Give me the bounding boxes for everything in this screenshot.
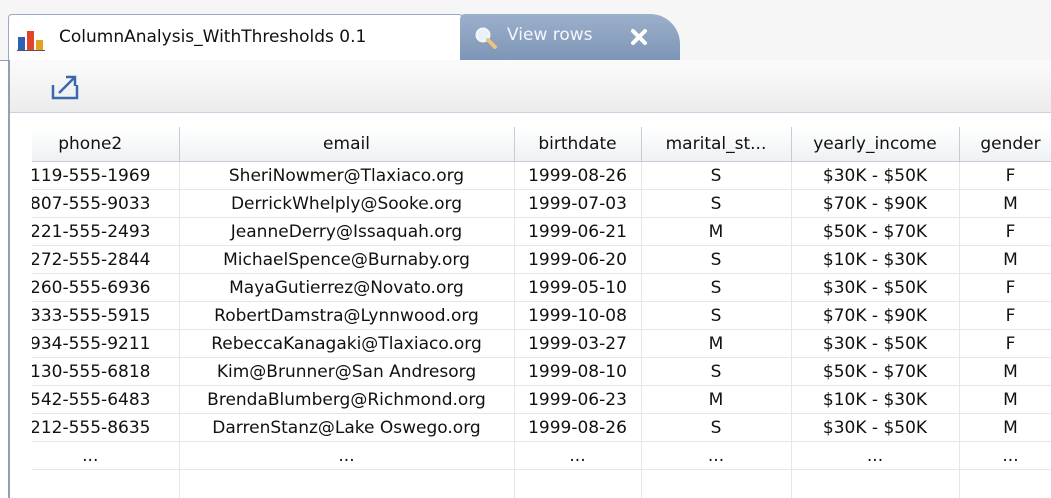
- table-cell: $10K - $30K: [791, 385, 960, 414]
- table-cell: F: [959, 301, 1051, 330]
- table-cell: ...: [32, 441, 180, 470]
- table-cell: 260-555-6936: [32, 273, 180, 302]
- table-cell: ...: [514, 441, 642, 470]
- table-cell: $10K - $30K: [791, 245, 960, 274]
- column-header-gender[interactable]: gender: [959, 127, 1051, 162]
- export-icon[interactable]: [50, 73, 82, 101]
- rows-table: phone2 email birthdate marital_st... yea…: [32, 127, 1051, 498]
- table-cell: 934-555-9211: [32, 329, 180, 358]
- table-cell: M: [641, 385, 792, 414]
- table-cell: 542-555-6483: [32, 385, 180, 414]
- table-cell: BrendaBlumberg@Richmond.org: [179, 385, 515, 414]
- table-cell: F: [959, 161, 1051, 190]
- column-header-marital-status[interactable]: marital_st...: [641, 127, 792, 162]
- tab-view-rows[interactable]: View rows: [460, 14, 680, 60]
- table-cell: 221-555-2493: [32, 217, 180, 246]
- table-cell: MichaelSpence@Burnaby.org: [179, 245, 515, 274]
- table-cell: M: [959, 189, 1051, 218]
- table-cell: SheriNowmer@Tlaxiaco.org: [179, 161, 515, 190]
- table-cell: ...: [641, 441, 792, 470]
- table-cell: 272-555-2844: [32, 245, 180, 274]
- table-cell: S: [641, 413, 792, 442]
- table-cell: M: [641, 217, 792, 246]
- table-cell: 1999-08-26: [514, 413, 642, 442]
- table-cell: M: [959, 385, 1051, 414]
- table-cell: M: [641, 329, 792, 358]
- tab-label: ColumnAnalysis_WithThresholds 0.1: [59, 27, 367, 47]
- table-cell: S: [641, 301, 792, 330]
- table-row[interactable]: 221-555-2493 JeanneDerry@Issaquah.org 19…: [32, 217, 1051, 246]
- table-cell: RobertDamstra@Lynnwood.org: [179, 301, 515, 330]
- table-cell: ...: [959, 441, 1051, 470]
- table-cell: S: [641, 273, 792, 302]
- column-header-email[interactable]: email: [179, 127, 515, 162]
- table-cell: 333-555-5915: [32, 301, 180, 330]
- tab-strip: ColumnAnalysis_WithThresholds 0.1 View r…: [0, 0, 1051, 61]
- table-cell: 1999-03-27: [514, 329, 642, 358]
- table-row[interactable]: 272-555-2844 MichaelSpence@Burnaby.org 1…: [32, 245, 1051, 274]
- table-cell: 1999-06-21: [514, 217, 642, 246]
- table-cell: F: [959, 273, 1051, 302]
- table-cell: F: [959, 329, 1051, 358]
- table-cell: $70K - $90K: [791, 189, 960, 218]
- tab-column-analysis[interactable]: ColumnAnalysis_WithThresholds 0.1: [8, 14, 463, 61]
- column-header-phone2[interactable]: phone2: [32, 127, 180, 162]
- bar-chart-icon: [17, 31, 45, 51]
- table-cell: $30K - $50K: [791, 161, 960, 190]
- table-cell: 130-555-6818: [32, 357, 180, 386]
- table-cell: 1999-08-26: [514, 161, 642, 190]
- table-cell: M: [959, 245, 1051, 274]
- table-row[interactable]: 260-555-6936 MayaGutierrez@Novato.org 19…: [32, 273, 1051, 302]
- table-cell: $50K - $70K: [791, 217, 960, 246]
- table-cell: S: [641, 245, 792, 274]
- table-row[interactable]: 212-555-8635 DarrenStanz@Lake Oswego.org…: [32, 413, 1051, 442]
- table-cell: DerrickWhelply@Sooke.org: [179, 189, 515, 218]
- table-cell: 1999-08-10: [514, 357, 642, 386]
- table-cell: 212-555-8635: [32, 413, 180, 442]
- table-header-row: phone2 email birthdate marital_st... yea…: [32, 127, 1051, 162]
- table-cell: F: [959, 217, 1051, 246]
- table-cell: 1999-05-10: [514, 273, 642, 302]
- table-cell: S: [641, 161, 792, 190]
- table-cell: Kim@Brunner@San Andresorg: [179, 357, 515, 386]
- table-cell: RebeccaKanagaki@Tlaxiaco.org: [179, 329, 515, 358]
- toolbar: [10, 60, 1051, 113]
- table-cell: JeanneDerry@Issaquah.org: [179, 217, 515, 246]
- table-row[interactable]: 807-555-9033 DerrickWhelply@Sooke.org 19…: [32, 189, 1051, 218]
- table-cell: $30K - $50K: [791, 329, 960, 358]
- table-cell: 1999-06-20: [514, 245, 642, 274]
- table-cell: M: [959, 413, 1051, 442]
- table-cell: 119-555-1969: [32, 161, 180, 190]
- table-row-more: ... ... ... ... ... ...: [32, 441, 1051, 470]
- table-cell: $70K - $90K: [791, 301, 960, 330]
- view-rows-panel: phone2 email birthdate marital_st... yea…: [8, 60, 1051, 498]
- table-row[interactable]: 119-555-1969 SheriNowmer@Tlaxiaco.org 19…: [32, 161, 1051, 190]
- table-cell: S: [641, 189, 792, 218]
- table-cell: M: [959, 357, 1051, 386]
- editor-window: ColumnAnalysis_WithThresholds 0.1 View r…: [0, 0, 1051, 498]
- table-row-empty: [32, 469, 1051, 498]
- table-row[interactable]: 542-555-6483 BrendaBlumberg@Richmond.org…: [32, 385, 1051, 414]
- table-cell: $30K - $50K: [791, 273, 960, 302]
- table-row[interactable]: 333-555-5915 RobertDamstra@Lynnwood.org …: [32, 301, 1051, 330]
- table-cell: $30K - $50K: [791, 413, 960, 442]
- column-header-yearly-income[interactable]: yearly_income: [791, 127, 960, 162]
- table-cell: 1999-06-23: [514, 385, 642, 414]
- table-row[interactable]: 934-555-9211 RebeccaKanagaki@Tlaxiaco.or…: [32, 329, 1051, 358]
- table-cell: MayaGutierrez@Novato.org: [179, 273, 515, 302]
- tab-label: View rows: [507, 25, 593, 45]
- table-cell: DarrenStanz@Lake Oswego.org: [179, 413, 515, 442]
- table-cell: $50K - $70K: [791, 357, 960, 386]
- search-icon: [475, 27, 497, 49]
- table-cell: S: [641, 357, 792, 386]
- column-header-birthdate[interactable]: birthdate: [514, 127, 642, 162]
- close-icon[interactable]: [628, 26, 650, 48]
- table-cell: 807-555-9033: [32, 189, 180, 218]
- table-cell: ...: [179, 441, 515, 470]
- table-cell: 1999-07-03: [514, 189, 642, 218]
- table-cell: ...: [791, 441, 960, 470]
- table-cell: 1999-10-08: [514, 301, 642, 330]
- table-row[interactable]: 130-555-6818 Kim@Brunner@San Andresorg 1…: [32, 357, 1051, 386]
